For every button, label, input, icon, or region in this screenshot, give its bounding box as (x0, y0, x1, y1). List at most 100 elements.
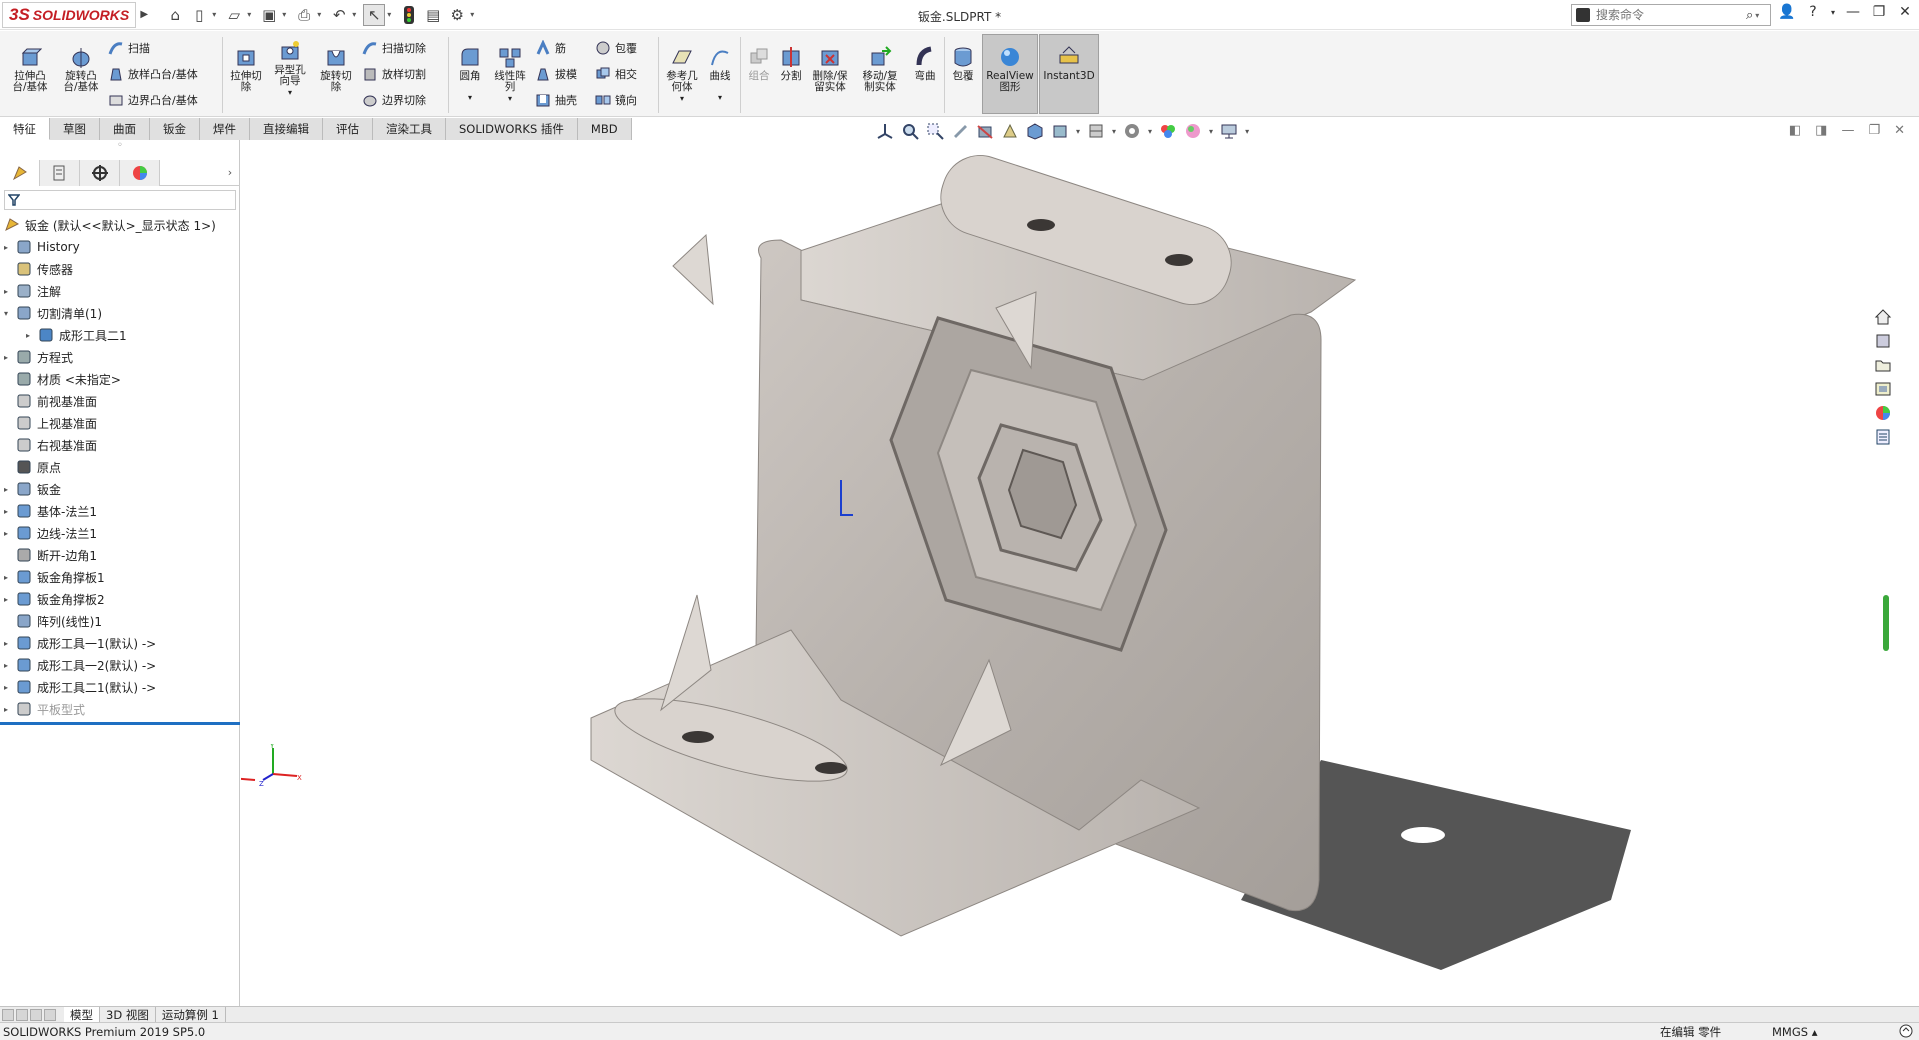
tree-item[interactable]: ▸ 钣金 (0, 478, 240, 500)
expand-toggle-icon[interactable]: ▸ (0, 573, 12, 582)
open-folder-icon[interactable]: ▱ (223, 4, 245, 26)
tree-item[interactable]: ▸ 钣金角撑板1 (0, 566, 240, 588)
file-explorer-icon[interactable] (1874, 356, 1892, 374)
intersect-button[interactable]: 相交 (595, 66, 637, 82)
tile-left-icon[interactable]: ◧ (1789, 123, 1801, 138)
save-icon[interactable]: ▣ (258, 4, 280, 26)
split-button[interactable]: 分割 (776, 45, 806, 82)
options-dropdown-icon[interactable]: ▾ (470, 10, 479, 19)
revolve-cut-button[interactable]: 旋转切 除 (316, 45, 356, 93)
minimize-icon[interactable]: — (1843, 4, 1863, 20)
render-tools-icon[interactable] (1184, 122, 1202, 140)
select-cursor-icon[interactable]: ↖ (363, 3, 386, 26)
display-style-icon[interactable] (1051, 122, 1069, 140)
search-dropdown-icon[interactable]: ▾ (1755, 11, 1759, 20)
doc-restore-icon[interactable]: ❐ (1868, 123, 1880, 138)
tree-item[interactable]: 传感器 (0, 258, 240, 280)
hide-show-items-icon[interactable] (1087, 122, 1105, 140)
hide-show-dropdown-icon[interactable]: ▾ (1112, 127, 1116, 136)
more-tabs-chevron-icon[interactable]: › (220, 160, 240, 185)
section-view-icon[interactable] (976, 122, 994, 140)
traffic-light-icon[interactable] (398, 4, 420, 26)
user-icon[interactable]: 👤 (1777, 4, 1797, 20)
extrude-cut-button[interactable]: 拉伸切 除 (226, 45, 266, 93)
lofted-cut-button[interactable]: 放样切割 (362, 66, 426, 82)
tab-mbd[interactable]: MBD (577, 118, 632, 140)
tab-sketch[interactable]: 草图 (50, 118, 100, 140)
appearances-scenes-icon[interactable] (1874, 404, 1892, 422)
tab-3d-views[interactable]: 3D 视图 (100, 1006, 156, 1023)
task-pane-scroll-indicator[interactable] (1883, 595, 1889, 651)
delete-keep-body-button[interactable]: 删除/保 留实体 (808, 45, 852, 93)
tab-features[interactable]: 特征 (0, 118, 50, 140)
expand-toggle-icon[interactable]: ▸ (0, 287, 12, 296)
close-icon[interactable]: ✕ (1895, 4, 1915, 20)
expand-toggle-icon[interactable]: ▸ (0, 353, 12, 362)
tree-item[interactable]: ▸ 钣金角撑板2 (0, 588, 240, 610)
tree-item[interactable]: ▸ 方程式 (0, 346, 240, 368)
magnifier-icon[interactable]: ⌕ (1746, 8, 1753, 23)
tree-item[interactable]: ▸ 边线-法兰1 (0, 522, 240, 544)
tree-item[interactable]: ▸ 成形工具一1(默认) -> (0, 632, 240, 654)
save-dropdown-icon[interactable]: ▾ (282, 10, 291, 19)
swept-cut-button[interactable]: 扫描切除 (362, 40, 426, 56)
tree-item[interactable]: 断开-边角1 (0, 544, 240, 566)
view-orientation-triad-icon[interactable] (876, 122, 894, 140)
select-dropdown-icon[interactable]: ▾ (387, 10, 396, 19)
combine-button[interactable]: 组合 (744, 45, 774, 82)
doc-minimize-icon[interactable]: — (1841, 123, 1854, 138)
reference-dropdown-icon[interactable]: ▾ (680, 93, 684, 104)
feature-manager-tab-icon[interactable] (0, 160, 40, 186)
dynamic-annotation-icon[interactable] (1001, 122, 1019, 140)
tree-item[interactable]: ▾ 切割清单(1) (0, 302, 240, 324)
file-properties-icon[interactable]: ▤ (422, 4, 444, 26)
tree-root[interactable]: 钣金 (默认<<默认>_显示状态 1>) (0, 214, 240, 236)
tab-evaluate[interactable]: 评估 (323, 118, 373, 140)
pane-handle-icon[interactable]: ◦ (0, 140, 240, 158)
expand-toggle-icon[interactable]: ▸ (22, 331, 34, 340)
view-settings-dropdown-icon[interactable]: ▾ (1245, 127, 1249, 136)
restore-icon[interactable]: ❐ (1869, 4, 1889, 20)
tree-item[interactable]: 右视基准面 (0, 434, 240, 456)
view-settings-monitor-icon[interactable] (1220, 122, 1238, 140)
curves-button[interactable]: 曲线 ▾ (704, 45, 736, 103)
expand-toggle-icon[interactable]: ▸ (0, 595, 12, 604)
tree-item[interactable]: 上视基准面 (0, 412, 240, 434)
tree-filter[interactable] (4, 190, 236, 210)
boundary-cut-button[interactable]: 边界切除 (362, 92, 426, 108)
tab-direct-editing[interactable]: 直接编辑 (250, 118, 323, 140)
fillet-dropdown-icon[interactable]: ▾ (468, 92, 472, 103)
design-library-icon[interactable] (1874, 332, 1892, 350)
quick-tips-icon[interactable] (1899, 1024, 1913, 1038)
tree-item[interactable]: 材质 <未指定> (0, 368, 240, 390)
tree-item[interactable]: 原点 (0, 456, 240, 478)
expand-toggle-icon[interactable]: ▾ (0, 309, 12, 318)
boundary-boss-button[interactable]: 边界凸台/基体 (108, 92, 198, 108)
expand-toggle-icon[interactable]: ▸ (0, 705, 12, 714)
first-tab-icon[interactable] (2, 1008, 14, 1021)
solidworks-resources-home-icon[interactable] (1874, 308, 1892, 326)
prev-tab-icon[interactable] (16, 1008, 28, 1021)
property-manager-tab-icon[interactable] (40, 160, 80, 186)
doc-close-icon[interactable]: ✕ (1894, 123, 1905, 138)
move-copy-body-button[interactable]: 移动/复 制实体 (858, 45, 902, 93)
tree-item[interactable]: ▸ History (0, 236, 240, 258)
tree-item[interactable]: 前视基准面 (0, 390, 240, 412)
zoom-to-area-icon[interactable] (926, 122, 944, 140)
next-tab-icon[interactable] (30, 1008, 42, 1021)
rollback-bar[interactable] (0, 722, 240, 725)
tree-item[interactable]: ▸ 成形工具二1(默认) -> (0, 676, 240, 698)
draft-button[interactable]: 拔模 (535, 66, 577, 82)
search-box[interactable]: ⌕ ▾ (1571, 4, 1771, 26)
hole-wizard-button[interactable]: 异型孔 向导 ▾ (270, 39, 310, 98)
zoom-to-fit-icon[interactable] (901, 122, 919, 140)
last-tab-icon[interactable] (44, 1008, 56, 1021)
menu-expand-icon[interactable]: ▶ (138, 2, 150, 28)
print-dropdown-icon[interactable]: ▾ (317, 10, 326, 19)
reference-geometry-button[interactable]: 参考几 何体 ▾ (662, 45, 702, 104)
wrap-feature-button[interactable]: 包覆 (948, 45, 978, 82)
tree-item[interactable]: 阵列(线性)1 (0, 610, 240, 632)
view-orientation-cube-icon[interactable] (1026, 122, 1044, 140)
extrude-boss-button[interactable]: 拉伸凸 台/基体 (10, 45, 50, 93)
tab-weldments[interactable]: 焊件 (200, 118, 250, 140)
